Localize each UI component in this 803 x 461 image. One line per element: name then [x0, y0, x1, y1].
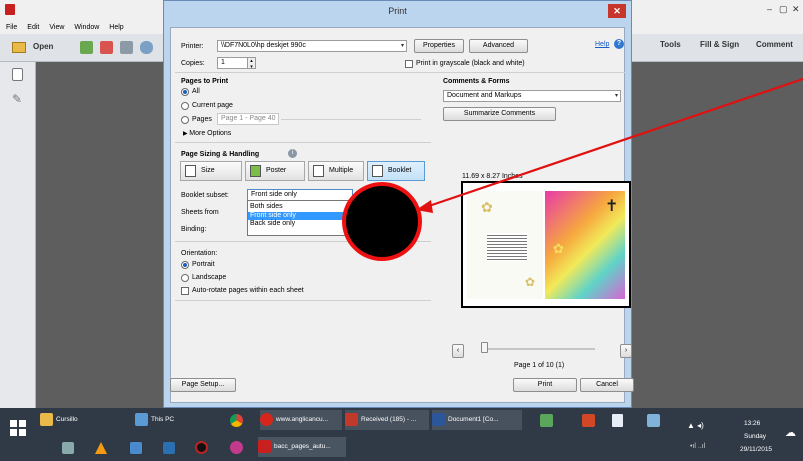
taskbar: Cursillo This PC www.anglicancu... Recei…	[0, 408, 803, 461]
app-icon[interactable]	[647, 414, 660, 427]
taskbar-label: Cursillo	[56, 416, 78, 423]
document-icon[interactable]	[612, 414, 623, 427]
redaction-circle	[342, 182, 422, 261]
app-icon[interactable]	[163, 442, 175, 454]
vlc-icon[interactable]	[95, 442, 107, 454]
signal-icon: •ıl ..ıl	[690, 443, 706, 450]
taskbar-label: Received (185) - ...	[361, 416, 417, 423]
powerpoint-icon[interactable]	[582, 414, 595, 427]
taskbar-label: Document1 [Co...	[448, 416, 499, 423]
taskbar-item-mail[interactable]: Received (185) - ...	[345, 410, 429, 430]
taskbar-item-word[interactable]: Document1 [Co...	[432, 410, 522, 430]
acrobat-icon	[258, 439, 271, 453]
opera-icon	[260, 412, 273, 426]
excel-icon[interactable]	[540, 414, 553, 427]
media-icon[interactable]	[195, 441, 208, 454]
notification-icon[interactable]: ☁	[785, 426, 796, 439]
chrome-icon[interactable]	[230, 414, 243, 427]
settings-icon[interactable]	[62, 442, 74, 454]
network-icon[interactable]: ▲ ◂)	[687, 421, 704, 430]
taskbar-item-this-pc[interactable]: This PC	[135, 410, 215, 430]
clock-time[interactable]: 13:26	[744, 420, 760, 427]
taskbar-item-browser[interactable]: www.anglicancu...	[260, 410, 342, 430]
media-icon[interactable]	[230, 441, 243, 454]
taskbar-label: www.anglicancu...	[276, 416, 329, 423]
taskbar-label: This PC	[151, 416, 175, 423]
windows-start-icon[interactable]	[10, 420, 26, 436]
folder-icon	[40, 412, 53, 426]
mail-icon	[345, 412, 358, 426]
app-icon[interactable]	[130, 442, 142, 454]
taskbar-label: bacc_pages_autu...	[274, 443, 331, 450]
clock-date[interactable]: 29/11/2015	[740, 446, 772, 453]
clock-day[interactable]: Sunday	[744, 433, 766, 440]
word-icon	[432, 412, 445, 426]
computer-icon	[135, 412, 148, 426]
taskbar-item-cursillo[interactable]: Cursillo	[40, 410, 120, 430]
taskbar-item-acrobat[interactable]: bacc_pages_autu...	[258, 437, 346, 457]
